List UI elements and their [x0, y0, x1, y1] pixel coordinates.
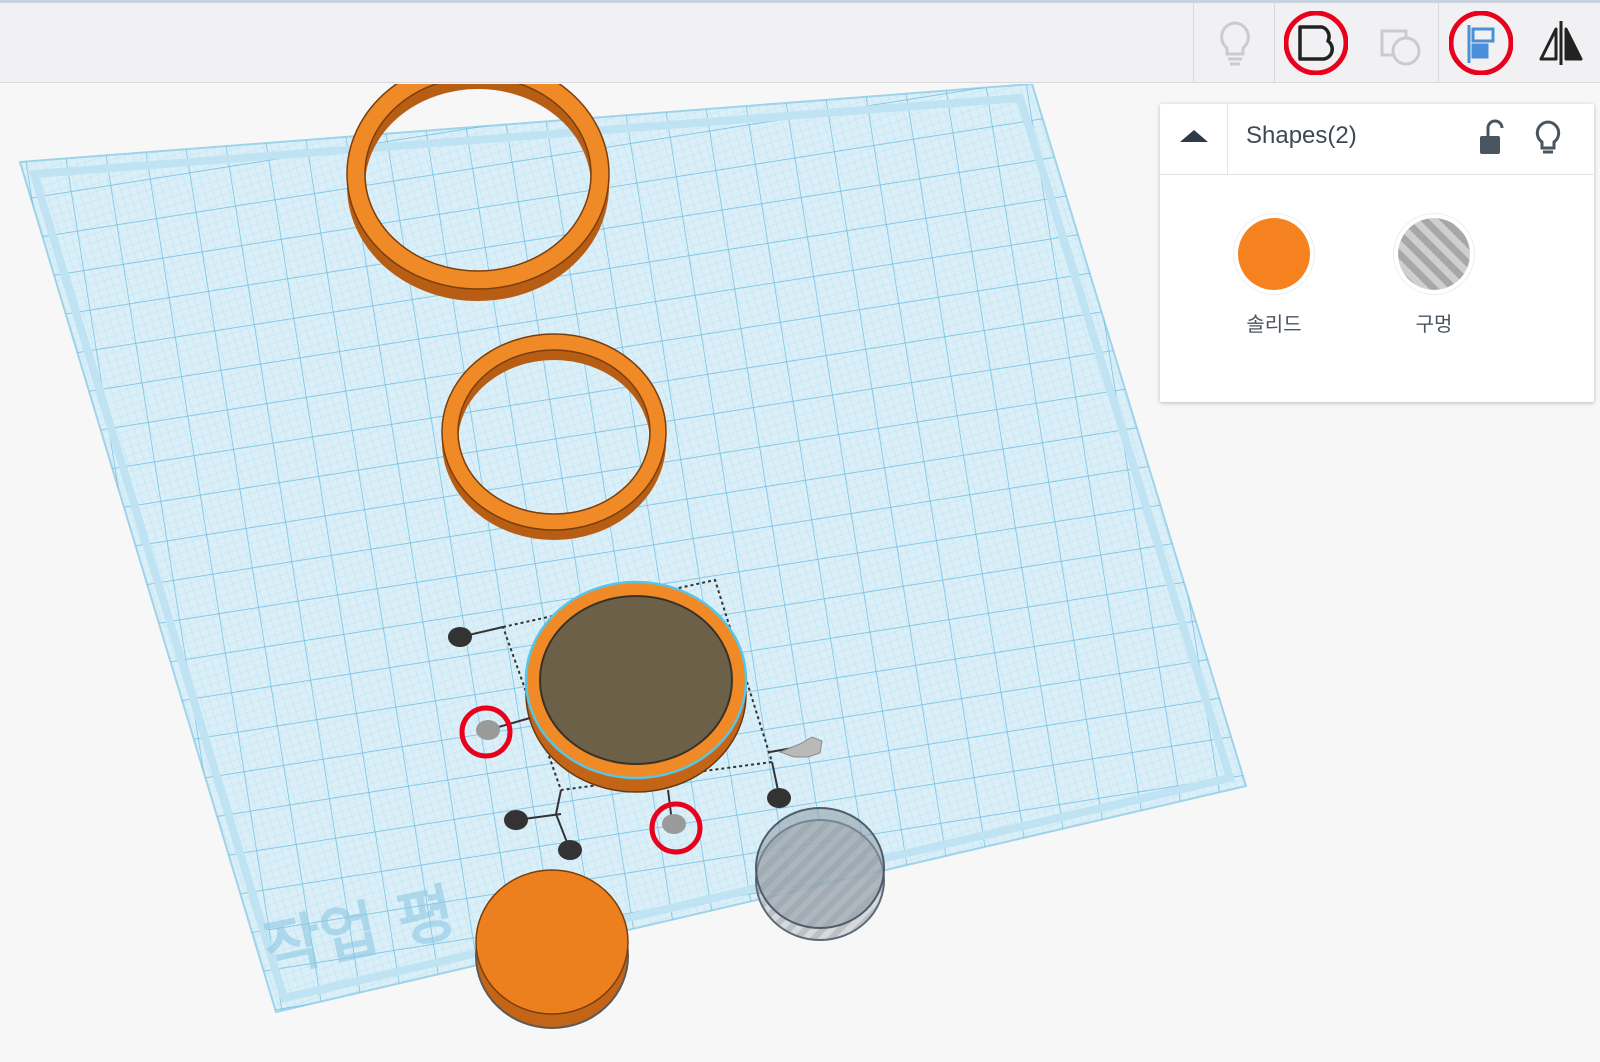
toolbar-divider: [1193, 3, 1194, 83]
align-icon: [1449, 11, 1513, 75]
toolbar-divider: [1438, 3, 1439, 83]
mirror-button[interactable]: [1529, 11, 1593, 75]
resize-handle[interactable]: [448, 627, 472, 647]
toolbar-divider: [1274, 3, 1275, 83]
resize-handle[interactable]: [767, 788, 791, 808]
ungroup-button[interactable]: [1368, 11, 1432, 75]
triangle-up-icon: [1180, 130, 1208, 142]
lightbulb-icon: [1535, 120, 1561, 154]
lightbulb-icon: [1220, 21, 1250, 66]
resize-handle[interactable]: [558, 840, 582, 860]
hole-option-label: 구멍: [1415, 312, 1453, 336]
unlock-icon: [1480, 119, 1504, 154]
shapes-panel-header: Shapes(2): [1160, 104, 1594, 175]
hatch-swatch: [1398, 218, 1470, 290]
mirror-icon: [1539, 21, 1583, 65]
toolbar: [0, 3, 1600, 83]
hole-option[interactable]: [1398, 218, 1470, 290]
selected-cylinder-shape[interactable]: [524, 580, 748, 793]
lightbulb-button[interactable]: [1203, 11, 1267, 75]
solid-option[interactable]: [1238, 218, 1310, 290]
collapse-button[interactable]: [1160, 104, 1228, 174]
cylinder-shape[interactable]: [475, 869, 629, 1029]
solid-option-label: 솔리드: [1246, 312, 1302, 336]
highlight-ring: [1284, 11, 1348, 75]
shape-bulb-button[interactable]: [1528, 116, 1568, 160]
shapes-panel: Shapes(2) 솔리드 구멍: [1160, 104, 1594, 402]
resize-handle[interactable]: [504, 810, 528, 830]
group-icon: [1284, 11, 1348, 75]
group-button[interactable]: [1284, 11, 1348, 75]
lock-button[interactable]: [1472, 116, 1512, 160]
align-button[interactable]: [1449, 11, 1513, 75]
side-resize-handle[interactable]: [662, 814, 686, 834]
side-resize-handle[interactable]: [476, 720, 500, 740]
workplane-grid-lines: [20, 84, 1246, 1012]
hole-cylinder-shape[interactable]: [755, 807, 885, 941]
shapes-panel-title: Shapes(2): [1246, 122, 1357, 149]
highlight-ring: [1449, 11, 1513, 75]
ungroup-icon: [1380, 29, 1421, 66]
